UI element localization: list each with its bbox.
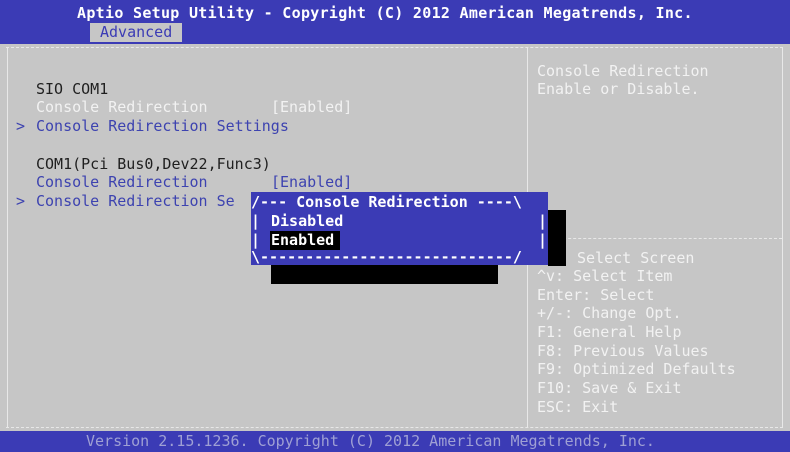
key-esc: ESC: Exit bbox=[537, 398, 619, 416]
version-text: Version 2.15.1236. Copyright (C) 2012 Am… bbox=[86, 432, 655, 450]
key-enter: Enter: Select bbox=[537, 286, 655, 304]
console-redirection-settings-pci-link[interactable]: Console Redirection Se bbox=[36, 192, 235, 211]
help-text-line2: Enable or Disable. bbox=[537, 80, 700, 98]
section-title-com1-pci: COM1(Pci Bus0,Dev22,Func3) bbox=[36, 155, 271, 173]
key-select-item: ^v: Select Item bbox=[537, 267, 673, 285]
option-enabled[interactable]: Enabled bbox=[271, 231, 334, 250]
app-title: Aptio Setup Utility - Copyright (C) 2012… bbox=[77, 4, 693, 22]
key-select-screen: Select Screen bbox=[577, 249, 695, 267]
dialog-shadow-bottom bbox=[271, 265, 498, 284]
submenu-arrow-icon: > bbox=[16, 192, 26, 210]
console-redirection-pci-value[interactable]: [Enabled] bbox=[271, 173, 352, 192]
console-redirection-com1-value[interactable]: [Enabled] bbox=[271, 98, 352, 117]
dialog-right-edge: | bbox=[538, 212, 548, 230]
console-redirection-pci-label[interactable]: Console Redirection bbox=[36, 173, 208, 192]
console-redirection-com1-label[interactable]: Console Redirection bbox=[36, 98, 208, 117]
frame-bottom-border bbox=[6, 427, 783, 428]
key-f10: F10: Save & Exit bbox=[537, 379, 682, 397]
key-f9: F9: Optimized Defaults bbox=[537, 360, 736, 378]
option-disabled[interactable]: Disabled bbox=[271, 212, 343, 231]
key-f8: F8: Previous Values bbox=[537, 342, 709, 360]
dialog-top-border: /--- Console Redirection ----\ bbox=[251, 193, 522, 211]
dialog-bottom-border: \----------------------------/ bbox=[251, 248, 522, 266]
tab-advanced[interactable]: Advanced bbox=[90, 23, 183, 42]
section-title-sio-com1: SIO COM1 bbox=[36, 80, 109, 98]
dialog-left-edge: | bbox=[251, 212, 261, 230]
frame-top-border bbox=[6, 47, 783, 48]
status-bar: Version 2.15.1236. Copyright (C) 2012 Am… bbox=[0, 431, 790, 452]
frame-left-border bbox=[7, 48, 8, 428]
frame-right-border bbox=[782, 48, 783, 428]
key-change-opt: +/-: Change Opt. bbox=[537, 304, 682, 322]
help-text-line1: Console Redirection bbox=[537, 62, 709, 80]
dialog-right-edge: | bbox=[538, 231, 548, 249]
help-divider bbox=[528, 238, 782, 239]
title-bar: Aptio Setup Utility - Copyright (C) 2012… bbox=[0, 0, 790, 44]
submenu-arrow-icon: > bbox=[16, 117, 26, 135]
dialog-shadow-right bbox=[548, 210, 566, 266]
key-f1: F1: General Help bbox=[537, 323, 682, 341]
console-redirection-settings-link[interactable]: Console Redirection Settings bbox=[36, 117, 289, 136]
